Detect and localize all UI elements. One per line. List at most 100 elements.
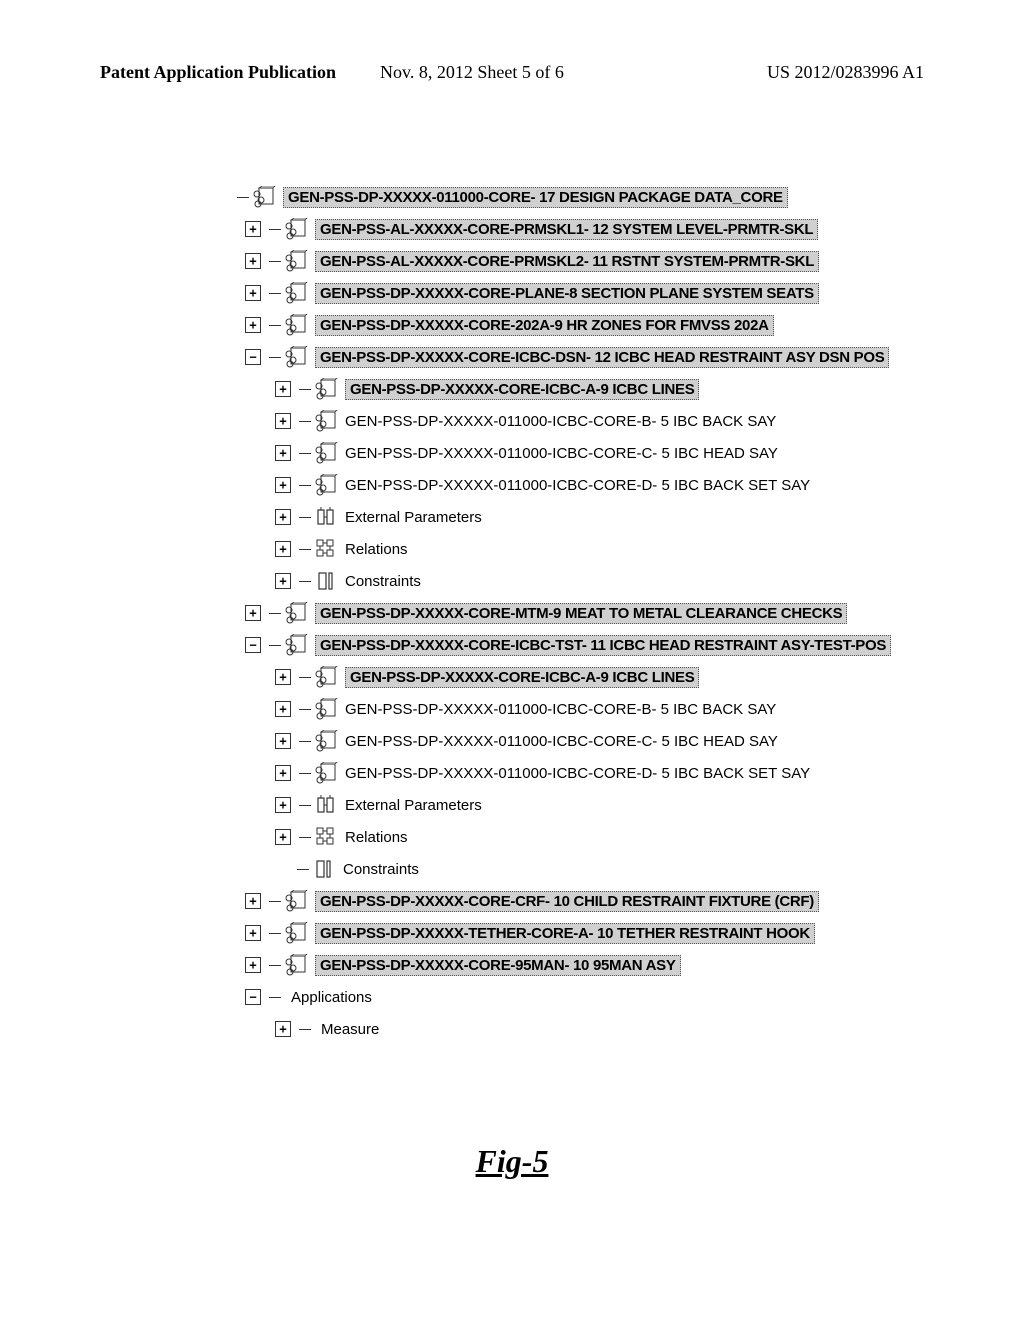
expander-icon[interactable]: + — [275, 733, 291, 749]
tree-connector — [269, 965, 281, 966]
assembly-icon — [285, 602, 309, 624]
tree-connector — [269, 933, 281, 934]
tree-node-label: External Parameters — [345, 797, 482, 814]
tree-node[interactable]: − GEN-PSS-DP-XXXXX-CORE-ICBC-DSN- 12 ICBC… — [245, 342, 891, 372]
expander-icon[interactable]: + — [275, 381, 291, 397]
expander-icon[interactable]: + — [275, 765, 291, 781]
tree-node[interactable]: + GEN-PSS-DP-XXXXX-CORE-MTM-9 MEAT TO MET… — [245, 598, 891, 628]
tree-node[interactable]: + Constraints — [275, 566, 891, 596]
tree-node[interactable]: + GEN-PSS-DP-XXXXX-TETHER-CORE-A- 10 TETH… — [245, 918, 891, 948]
tree-connector — [269, 645, 281, 646]
tree-node[interactable]: + GEN-PSS-DP-XXXXX-011000-ICBC-CORE-C- 5 … — [275, 438, 891, 468]
tree-node[interactable]: + GEN-PSS-DP-XXXXX-011000-ICBC-CORE-C- 5 … — [275, 726, 891, 756]
tree-node[interactable]: +GEN-PSS-DP-XXXXX-011000-ICBC-CORE-D- 5 … — [275, 758, 891, 788]
tree-connector — [269, 997, 281, 998]
tree-node-label: GEN-PSS-DP-XXXXX-CORE-ICBC-A-9 ICBC LINE… — [345, 667, 699, 688]
expander-icon[interactable]: − — [245, 349, 261, 365]
expander-icon[interactable]: + — [275, 1021, 291, 1037]
tree-node-label: GEN-PSS-DP-XXXXX-TETHER-CORE-A- 10 TETHE… — [315, 923, 815, 944]
expander-icon[interactable]: + — [275, 445, 291, 461]
header-mid: Nov. 8, 2012 Sheet 5 of 6 — [380, 62, 564, 83]
tree-node[interactable]: Constraints — [275, 854, 891, 884]
tree-node-label: GEN-PSS-DP-XXXXX-011000-ICBC-CORE-D- 5 I… — [345, 477, 810, 494]
expander-icon[interactable]: + — [245, 221, 261, 237]
tree-node[interactable]: GEN-PSS-DP-XXXXX-011000-CORE- 17 DESIGN … — [215, 182, 891, 212]
tree-node-label: Relations — [345, 541, 408, 558]
tree-node-label: GEN-PSS-DP-XXXXX-CORE-ICBC-DSN- 12 ICBC … — [315, 347, 889, 368]
assembly-icon — [315, 730, 339, 752]
expander-icon[interactable]: + — [275, 829, 291, 845]
constraints-icon — [315, 570, 339, 592]
tree-connector — [297, 869, 309, 870]
assembly-icon — [285, 314, 309, 336]
tree-node[interactable]: +Relations — [275, 822, 891, 852]
tree-node[interactable]: + External Parameters — [275, 790, 891, 820]
expander-icon[interactable]: + — [245, 605, 261, 621]
tree-node[interactable]: −Applications — [245, 982, 891, 1012]
expander-icon[interactable]: + — [245, 957, 261, 973]
constraints-icon — [313, 858, 337, 880]
expander-icon[interactable]: + — [245, 893, 261, 909]
expander-icon[interactable]: + — [245, 285, 261, 301]
tree-node[interactable]: +GEN-PSS-DP-XXXXX-CORE-CRF- 10 CHILD RES… — [245, 886, 891, 916]
tree-connector — [299, 741, 311, 742]
tree-node[interactable]: +GEN-PSS-DP-XXXXX-CORE-202A-9 HR ZONES F… — [245, 310, 891, 340]
tree-node[interactable]: + GEN-PSS-DP-XXXXX-CORE-PLANE-8 SECTION P… — [245, 278, 891, 308]
tree-node[interactable]: +GEN-PSS-AL-XXXXX-CORE-PRMSKL2- 11 RSTNT… — [245, 246, 891, 276]
assembly-icon — [315, 442, 339, 464]
tree-node-label: GEN-PSS-DP-XXXXX-011000-ICBC-CORE-C- 5 I… — [345, 445, 778, 462]
tree-connector — [269, 261, 281, 262]
tree-connector — [299, 581, 311, 582]
assembly-icon — [285, 634, 309, 656]
tree-connector — [299, 709, 311, 710]
tree-connector — [299, 389, 311, 390]
expander-icon[interactable]: + — [275, 797, 291, 813]
tree-node-label: GEN-PSS-DP-XXXXX-011000-ICBC-CORE-C- 5 I… — [345, 733, 778, 750]
tree-connector — [299, 549, 311, 550]
tree-node-label: Constraints — [345, 573, 421, 590]
tree-node-label: External Parameters — [345, 509, 482, 526]
tree-connector — [299, 453, 311, 454]
expander-icon[interactable]: + — [275, 669, 291, 685]
tree-node[interactable]: +GEN-PSS-DP-XXXXX-011000-ICBC-CORE-B- 5 … — [275, 406, 891, 436]
expander-icon[interactable]: + — [275, 541, 291, 557]
tree-node[interactable]: +GEN-PSS-DP-XXXXX-011000-ICBC-CORE-B- 5 … — [275, 694, 891, 724]
expander-icon[interactable]: + — [275, 701, 291, 717]
expander-icon[interactable]: + — [275, 477, 291, 493]
tree-node[interactable]: + External Parameters — [275, 502, 891, 532]
figure-label: Fig-5 — [0, 1143, 1024, 1180]
tree-node-label: GEN-PSS-DP-XXXXX-CORE-MTM-9 MEAT TO META… — [315, 603, 847, 624]
tree-node[interactable]: + Relations — [275, 534, 891, 564]
expander-icon[interactable]: + — [275, 509, 291, 525]
assembly-icon — [285, 954, 309, 976]
expander-spacer — [275, 862, 289, 876]
tree-connector — [299, 805, 311, 806]
tree-node[interactable]: − GEN-PSS-DP-XXXXX-CORE-ICBC-TST- 11 ICBC… — [245, 630, 891, 660]
tree-node-label: Constraints — [343, 861, 419, 878]
tree-node[interactable]: +GEN-PSS-AL-XXXXX-CORE-PRMSKL1- 12 SYSTE… — [245, 214, 891, 244]
tree-node-label: GEN-PSS-DP-XXXXX-CORE-95MAN- 10 95MAN AS… — [315, 955, 681, 976]
expander-icon[interactable]: + — [245, 925, 261, 941]
tree-connector — [269, 229, 281, 230]
external-parameters-icon — [315, 506, 339, 528]
expander-icon[interactable]: + — [275, 573, 291, 589]
tree-node[interactable]: + Measure — [275, 1014, 891, 1044]
expander-icon[interactable]: + — [245, 253, 261, 269]
tree-connector — [299, 421, 311, 422]
tree-node-label: GEN-PSS-DP-XXXXX-CORE-ICBC-A-9 ICBC LINE… — [345, 379, 699, 400]
tree-connector — [269, 293, 281, 294]
header-left: Patent Application Publication — [100, 62, 336, 82]
tree-node[interactable]: + GEN-PSS-DP-XXXXX-CORE-95MAN- 10 95MAN A… — [245, 950, 891, 980]
tree-node-label: GEN-PSS-DP-XXXXX-CORE-ICBC-TST- 11 ICBC … — [315, 635, 891, 656]
expander-icon[interactable]: − — [245, 637, 261, 653]
tree-node[interactable]: + GEN-PSS-DP-XXXXX-CORE-ICBC-A-9 ICBC LIN… — [275, 374, 891, 404]
expander-icon[interactable]: + — [245, 317, 261, 333]
expander-icon[interactable]: − — [245, 989, 261, 1005]
tree-node-label: GEN-PSS-DP-XXXXX-CORE-PLANE-8 SECTION PL… — [315, 283, 819, 304]
tree-node-label: Measure — [321, 1021, 379, 1038]
relations-icon — [315, 538, 339, 560]
tree-node[interactable]: + GEN-PSS-DP-XXXXX-CORE-ICBC-A-9 ICBC LIN… — [275, 662, 891, 692]
tree-node[interactable]: + GEN-PSS-DP-XXXXX-011000-ICBC-CORE-D- 5 … — [275, 470, 891, 500]
expander-icon[interactable]: + — [275, 413, 291, 429]
header-right: US 2012/0283996 A1 — [767, 62, 924, 83]
